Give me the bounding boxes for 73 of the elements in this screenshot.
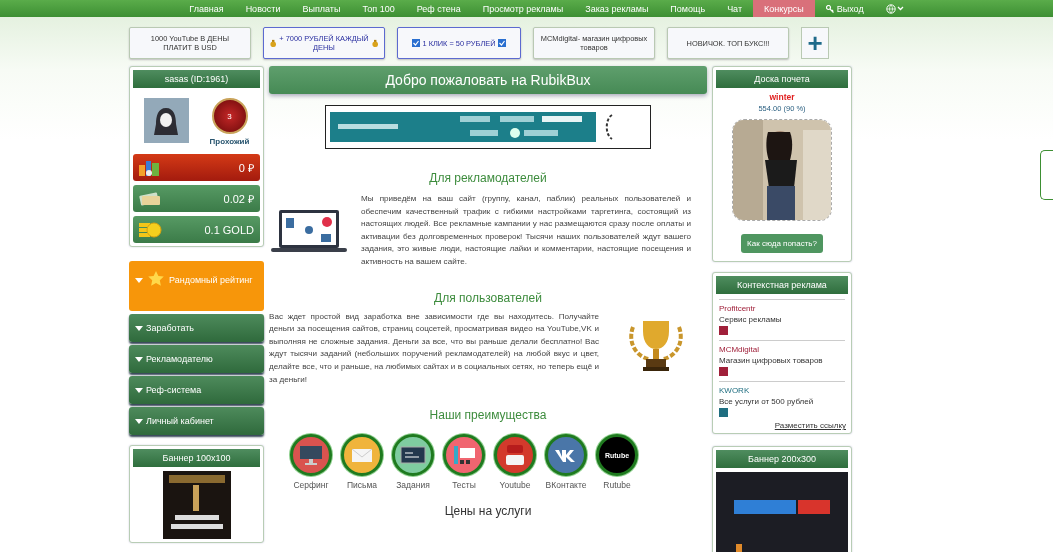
place-link[interactable]: Разместить ссылку [718,421,846,430]
feature-label: Задания [396,480,430,491]
caret-icon [135,357,143,362]
balance-bar: 0.1 GOLD [133,216,260,243]
nav-link[interactable]: Выход [814,0,875,17]
coins-icon [138,220,162,239]
feature-label: Rutube [603,480,631,491]
caret-icon [135,388,143,393]
nav-link[interactable]: Главная [178,0,235,17]
caret-icon [135,326,143,331]
rank-medal: 3 [211,98,248,134]
menu-item[interactable]: Личный кабинет [129,407,264,435]
nav-link[interactable]: Чат [716,0,754,17]
avatar [143,98,189,143]
section-heading: Для рекламодателей [428,171,548,185]
money-bag-icon [270,38,277,48]
card-title: Доска почета [716,70,848,88]
ad-description: Все услуги от 500 рублей [719,397,815,406]
wallet-icon [138,158,160,177]
feature-label: Серфинг [293,480,329,491]
key-icon [825,4,834,13]
chalkboard-icon [400,446,426,465]
side-tab[interactable] [1040,150,1053,200]
advertisers-text: Мы приведём на ваш сайт (группу, канал, паблик) реальных пользователей и обеспечим качественный трафик с гибкими настройками таргетинга, состоящий из настоящих людей. Все рекламные кампании у нас размещаются сразу после оплаты и активации без долговременных проверок! Тысячи наших пользователей ждут вашего задания, это живые люди, настоящие лайки и комментарии, настоящие посещения и активность на вашем сайте. [361,193,691,268]
menu-item[interactable]: Заработать [129,314,264,342]
banner-title: Баннер 100x100 [133,449,260,467]
nav-link[interactable]: Помощь [659,0,717,17]
star-icon [148,271,164,286]
nav-link[interactable]: Просмотр рекламы [471,0,575,17]
caret-icon [896,6,904,11]
balance-bar: 0 ₽ [133,154,260,181]
feature-label: Youtube [499,480,531,491]
welcome-banner: Добро пожаловать на RubikBux [269,66,707,94]
section-heading: Для пользователей [433,290,543,305]
users-text: Вас ждет простой вид заработка вне зависимости где вы находитесь. Получайте деньги за посещения сайтов, страниц соцсетей, просматривая видео на YouTube,VK и выполняя не сложные задания. Деньги за все, что вы раньше делали бесплатно! Вас ждут тысячи заданий (небольших поручений рекламодателей) на любой вкус и цвет, делайте все, что и раньше, на любимых сайтах и в социальных сетях, но теперь ещё и за деньги! [269,310,599,386]
rank-name: Прохожий [209,137,250,146]
how-to-get-here-button[interactable]: Как сюда попасть? [741,234,823,253]
menu-item[interactable]: Рекламодателю [129,345,264,373]
section-heading: Наши преимущества [428,408,548,423]
winner-name: winter [769,92,795,102]
nav-link[interactable]: Выплаты [291,0,352,17]
feature-label: Письма [346,480,378,491]
checkbox-icon [412,39,421,47]
caret-icon [135,419,143,424]
ad-description: Магазин цифровых товаров [719,356,824,365]
feature-label: Тесты [452,480,476,491]
youtube-icon [504,443,526,468]
money-icon [138,190,162,207]
vk-icon [554,448,578,463]
checklist-icon [451,444,477,467]
globe-icon [885,3,896,14]
card-title: Контекстная реклама [716,276,848,294]
feature-label: ВКонтакте [545,480,587,491]
ad-description: Сервис рекламы [719,315,783,324]
nav-link[interactable]: Заказ рекламы [574,0,660,17]
ad-title-link[interactable]: Profitcentr [719,304,845,313]
nav-link[interactable]: Топ 100 [351,0,406,17]
nav-link[interactable]: Конкурсы [753,0,815,17]
balance-bar: 0.02 ₽ [133,185,260,212]
monitor-icon [299,444,323,467]
ad-title-link[interactable]: KWORK [719,386,845,395]
ad-title-link[interactable]: MCMdigital [719,345,845,354]
nav-link[interactable]: Новости [234,0,292,17]
banner-title: Баннер 200x300 [716,450,848,468]
add-button[interactable]: + [801,27,829,59]
section-heading: Цены на услуги [443,504,533,519]
menu-item[interactable]: Реф-система [129,376,264,404]
caret-icon [135,278,143,283]
money-bag-icon [371,38,378,48]
nav-link[interactable]: Реф стена [405,0,472,17]
envelope-icon [351,446,373,465]
checkbox-icon [497,39,506,47]
user-name: sasas (ID:1961) [133,70,260,88]
